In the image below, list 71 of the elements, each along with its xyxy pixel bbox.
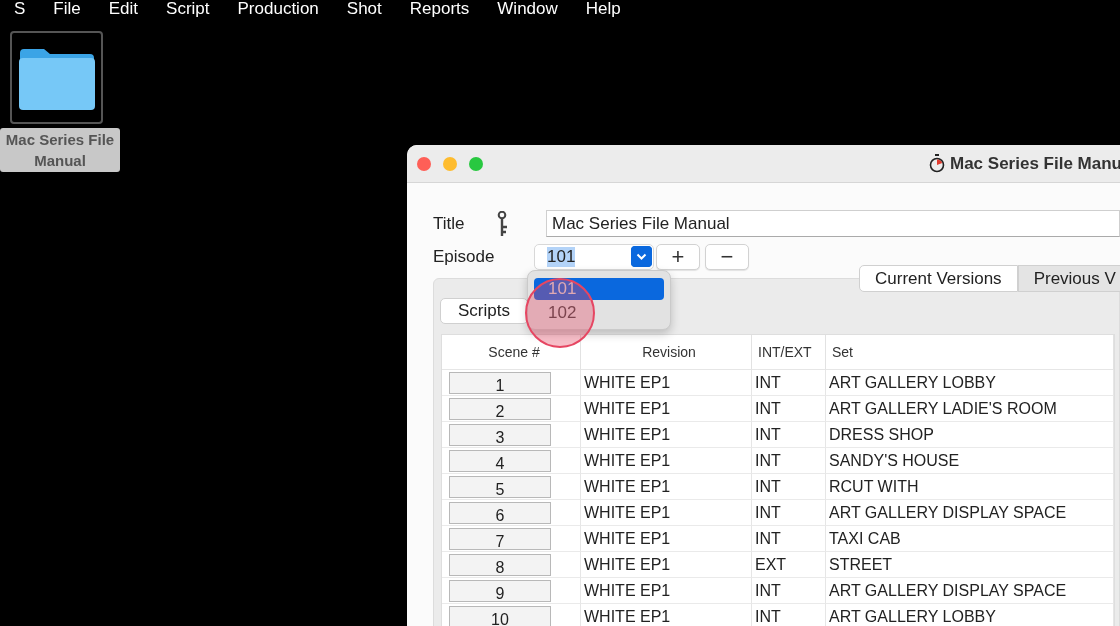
scene-number-button[interactable]: 4 (449, 449, 551, 472)
table-cell: INT (752, 500, 826, 526)
remove-button[interactable]: − (705, 243, 749, 270)
chevron-down-icon[interactable] (631, 246, 652, 267)
table-cell: WHITE EP1 (581, 422, 752, 448)
field-label: Episode (433, 246, 496, 267)
column-header[interactable]: INT/EXT (752, 335, 826, 370)
table-cell: INT (752, 370, 826, 396)
table-cell: INT (752, 578, 826, 604)
table-cell: ART GALLERY LOBBY (826, 604, 1114, 626)
scene-number-button[interactable]: 10 (449, 605, 551, 626)
column-header[interactable]: Scene # (442, 335, 581, 370)
menu-item[interactable]: Help (571, 0, 635, 18)
table-cell: STREET (826, 552, 1114, 578)
close-button[interactable] (417, 156, 431, 171)
scene-number-button[interactable]: 7 (449, 527, 551, 550)
menu-item[interactable]: Reports (395, 0, 484, 18)
file-label[interactable]: Mac Series File Manual (0, 128, 120, 172)
table-cell: ART GALLERY LADIE'S ROOM (826, 396, 1114, 422)
menu-item[interactable]: S (0, 0, 40, 18)
table-cell: WHITE EP1 (581, 370, 752, 396)
table-cell: INT (752, 422, 826, 448)
table-cell: SANDY'S HOUSE (826, 448, 1114, 474)
dropdown-option[interactable]: 102 (534, 302, 664, 324)
scene-number-button[interactable]: 5 (449, 475, 551, 498)
table-cell: ART GALLERY DISPLAY SPACE (826, 578, 1114, 604)
scene-number-button[interactable]: 9 (449, 579, 551, 602)
table-cell: WHITE EP1 (581, 578, 752, 604)
title-field[interactable]: Mac Series File Manual (546, 210, 1120, 237)
segment-tab[interactable]: Current Versions (859, 265, 1018, 292)
menu-item[interactable]: Production (223, 0, 333, 18)
table-cell: WHITE EP1 (581, 448, 752, 474)
menu-item[interactable]: File (39, 0, 95, 18)
key-icon (497, 210, 510, 237)
column-header[interactable]: Set (826, 335, 1114, 370)
minimize-button[interactable] (443, 156, 457, 171)
table-cell: INT (752, 604, 826, 626)
add-button[interactable]: + (656, 243, 700, 270)
table-cell: INT (752, 474, 826, 500)
field-label: Title (433, 213, 466, 234)
zoom-button[interactable] (469, 156, 483, 171)
menu-item[interactable]: Script (152, 0, 224, 18)
tab-button[interactable]: Scripts (440, 298, 528, 324)
table-cell: RCUT WITH (826, 474, 1114, 500)
table-cell: WHITE EP1 (581, 552, 752, 578)
table-cell: INT (752, 448, 826, 474)
table-cell: WHITE EP1 (581, 526, 752, 552)
episode-combo-box[interactable]: 101 (534, 243, 654, 270)
scene-number-button[interactable]: 3 (449, 423, 551, 446)
table-cell: TAXI CAB (826, 526, 1114, 552)
table-cell: WHITE EP1 (581, 604, 752, 626)
table-cell: INT (752, 526, 826, 552)
scene-number-button[interactable]: 1 (449, 371, 551, 394)
table-cell: WHITE EP1 (581, 500, 752, 526)
scene-number-button[interactable]: 2 (449, 397, 551, 420)
menu-item[interactable]: Window (483, 0, 572, 18)
table-cell: WHITE EP1 (581, 396, 752, 422)
segment-tab[interactable]: Previous V (1017, 265, 1120, 292)
table-cell: EXT (752, 552, 826, 578)
table-cell: WHITE EP1 (581, 474, 752, 500)
window-title: Mac Series File Manu (950, 153, 1120, 174)
table-cell: ART GALLERY LOBBY (826, 370, 1114, 396)
stopwatch-icon (929, 154, 945, 173)
scene-number-button[interactable]: 8 (449, 553, 551, 576)
column-header[interactable]: Revision (581, 335, 752, 370)
menu-item[interactable]: Edit (94, 0, 153, 18)
menu-item[interactable]: Shot (332, 0, 396, 18)
table-cell: ART GALLERY DISPLAY SPACE (826, 500, 1114, 526)
table-cell: INT (752, 396, 826, 422)
table-cell: DRESS SHOP (826, 422, 1114, 448)
scene-number-button[interactable]: 6 (449, 501, 551, 524)
